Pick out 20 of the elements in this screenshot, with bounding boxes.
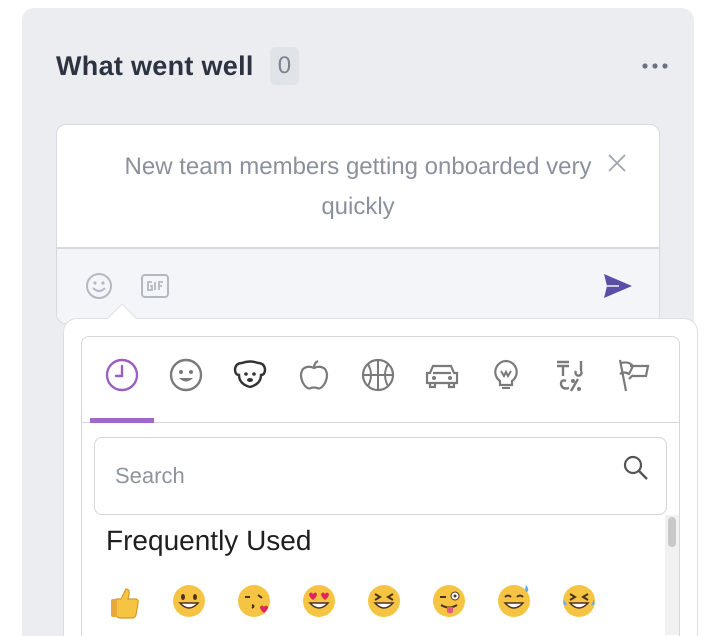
search-icon[interactable] [623, 455, 649, 481]
card-text-field[interactable]: New team members getting onboarded very quickly [57, 125, 659, 247]
search-field[interactable]: Search [94, 437, 667, 515]
heart-eyes-face-icon[interactable] [301, 583, 337, 619]
count-badge: 0 [270, 47, 300, 85]
sweat-smile-face-icon[interactable] [496, 583, 532, 619]
column-title: What went well [56, 50, 254, 82]
kissing-face-icon[interactable] [236, 583, 272, 619]
more-options-icon[interactable] [642, 63, 668, 69]
scrollbar[interactable] [665, 515, 679, 635]
close-icon[interactable] [607, 153, 627, 173]
winking-tongue-face-icon[interactable] [431, 583, 467, 619]
grinning-face-icon[interactable] [171, 583, 207, 619]
squinting-face-icon[interactable] [366, 583, 402, 619]
section-heading: Frequently Used [106, 525, 312, 557]
smiley-icon [168, 356, 204, 392]
clock-icon [104, 356, 140, 392]
basketball-icon [360, 356, 396, 392]
tears-of-joy-face-icon[interactable] [561, 583, 597, 619]
send-icon[interactable] [603, 273, 633, 299]
